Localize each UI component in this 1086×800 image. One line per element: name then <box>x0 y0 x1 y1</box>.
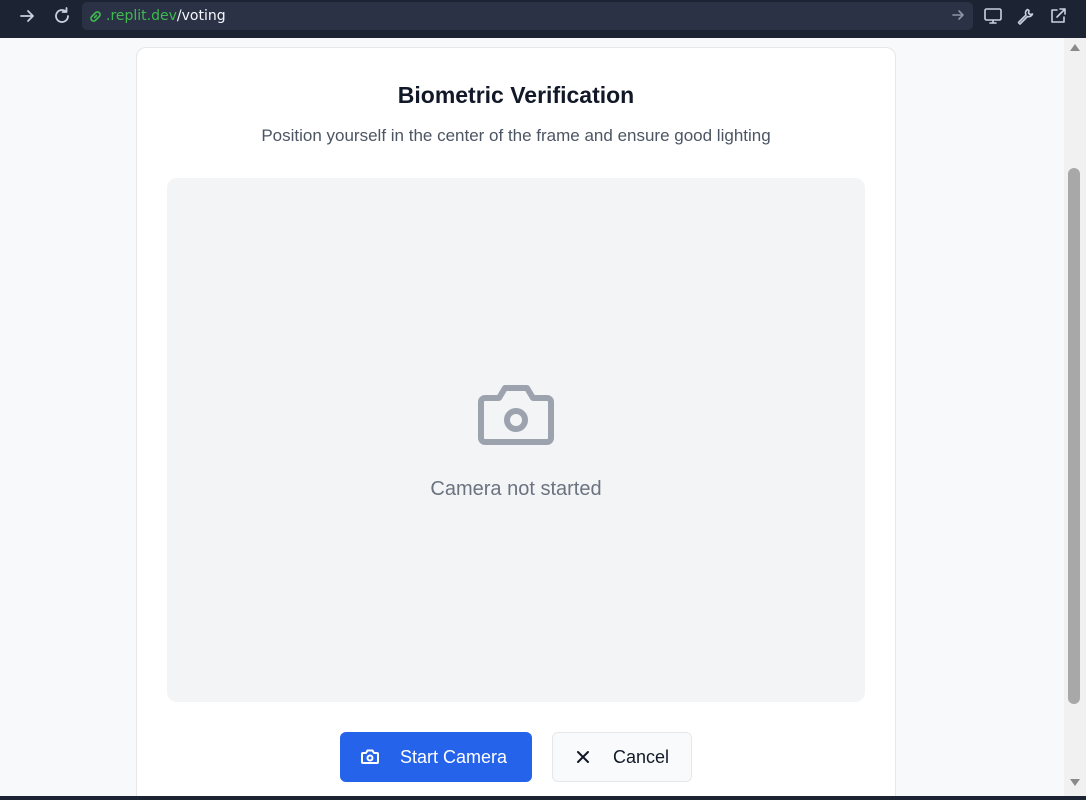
url-bar[interactable]: .replit.dev/voting <box>82 2 973 30</box>
close-icon <box>575 749 591 765</box>
camera-icon <box>477 380 555 448</box>
camera-status-text: Camera not started <box>430 478 602 500</box>
forward-icon[interactable] <box>13 4 41 28</box>
bottom-edge <box>0 796 1086 800</box>
url-path: /voting <box>176 8 226 24</box>
cancel-button[interactable]: Cancel <box>552 732 692 782</box>
browser-toolbar: .replit.dev/voting <box>0 0 1086 38</box>
verification-card: Biometric Verification Position yourself… <box>136 47 896 800</box>
reload-icon[interactable] <box>48 4 76 28</box>
link-icon <box>88 8 104 24</box>
start-camera-label: Start Camera <box>400 746 508 767</box>
page-title: Biometric Verification <box>397 82 635 108</box>
camera-icon <box>360 747 380 767</box>
page-scrollbar[interactable] <box>1064 38 1086 796</box>
scroll-down-arrow-icon[interactable] <box>1064 778 1086 792</box>
external-link-icon[interactable] <box>1046 4 1070 28</box>
url-domain: .replit.dev <box>106 8 177 24</box>
wrench-icon[interactable] <box>1013 4 1037 28</box>
camera-preview: Camera not started <box>167 178 865 702</box>
cancel-label: Cancel <box>613 746 670 767</box>
start-camera-button[interactable]: Start Camera <box>340 732 532 782</box>
go-icon[interactable] <box>951 8 965 27</box>
scroll-thumb[interactable] <box>1068 168 1080 704</box>
monitor-icon[interactable] <box>981 4 1005 28</box>
page-subtitle: Position yourself in the center of the f… <box>261 126 771 145</box>
scroll-up-arrow-icon[interactable] <box>1064 42 1086 56</box>
